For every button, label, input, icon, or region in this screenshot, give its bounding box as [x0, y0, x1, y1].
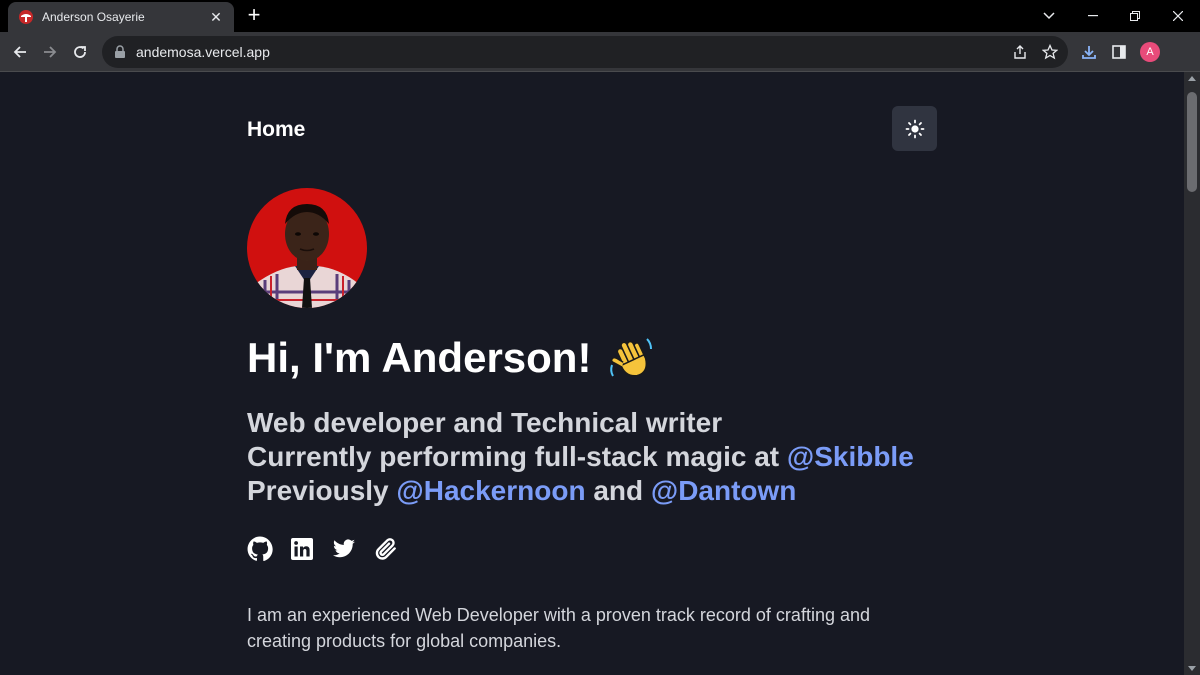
scroll-down-icon[interactable] — [1188, 666, 1196, 671]
url-text: andemosa.vercel.app — [136, 44, 270, 60]
browser-toolbar: andemosa.vercel.app A — [0, 32, 1200, 72]
forward-icon[interactable] — [38, 40, 62, 64]
restore-icon[interactable] — [1113, 0, 1157, 32]
browser-tab[interactable]: Anderson Osayerie ✕ — [8, 2, 234, 32]
scroll-thumb[interactable] — [1187, 92, 1197, 192]
greeting-text: Hi, I'm Anderson! — [247, 334, 592, 381]
tab-search-icon[interactable] — [1027, 0, 1071, 32]
address-bar[interactable]: andemosa.vercel.app — [102, 36, 1068, 68]
waving-hand-icon — [610, 338, 653, 377]
bookmark-star-icon[interactable] — [1040, 42, 1060, 62]
twitter-icon[interactable] — [331, 536, 357, 562]
paperclip-icon[interactable] — [373, 536, 399, 562]
share-icon[interactable] — [1010, 42, 1030, 62]
download-icon[interactable] — [1077, 40, 1101, 64]
back-icon[interactable] — [8, 40, 32, 64]
previous-line: Previously @Hackernoon and @Dantown — [247, 474, 914, 508]
previous-prefix: Previously — [247, 475, 389, 506]
new-tab-icon[interactable]: + — [244, 4, 264, 26]
sun-icon — [905, 119, 924, 138]
profile-photo — [247, 188, 367, 308]
greeting-heading: Hi, I'm Anderson! — [247, 334, 653, 382]
current-line: Currently performing full-stack magic at… — [247, 440, 914, 474]
dantown-link[interactable]: @Dantown — [651, 475, 797, 506]
social-links — [247, 536, 399, 562]
theme-toggle-button[interactable] — [892, 106, 937, 151]
tab-title: Anderson Osayerie — [42, 10, 145, 24]
close-window-icon[interactable] — [1156, 0, 1200, 32]
tagline: Web developer and Technical writer Curre… — [247, 406, 914, 508]
side-panel-icon[interactable] — [1107, 40, 1131, 64]
profile-avatar: A — [1140, 42, 1160, 62]
hackernoon-link[interactable]: @Hackernoon — [396, 475, 585, 506]
linkedin-icon[interactable] — [289, 536, 315, 562]
github-icon[interactable] — [247, 536, 273, 562]
bio-paragraph: I am an experienced Web Developer with a… — [247, 605, 870, 651]
favicon-icon — [19, 10, 33, 24]
scroll-up-icon[interactable] — [1188, 76, 1196, 81]
home-link[interactable]: Home — [247, 118, 305, 142]
close-tab-icon[interactable]: ✕ — [208, 9, 224, 26]
profile-button[interactable]: A — [1138, 40, 1162, 64]
page-viewport: Home Hi, I'm Anderson! Web developer and… — [0, 72, 1184, 675]
role-line: Web developer and Technical writer — [247, 407, 723, 438]
reload-icon[interactable] — [68, 40, 92, 64]
minimize-icon[interactable] — [1071, 0, 1115, 32]
skibble-link[interactable]: @Skibble — [787, 441, 914, 472]
lock-icon — [115, 45, 125, 58]
tab-strip: Anderson Osayerie ✕ + — [0, 0, 1200, 32]
current-prefix: Currently performing full-stack magic at — [247, 441, 780, 472]
scrollbar[interactable] — [1184, 72, 1200, 675]
previous-connector: and — [593, 475, 644, 506]
